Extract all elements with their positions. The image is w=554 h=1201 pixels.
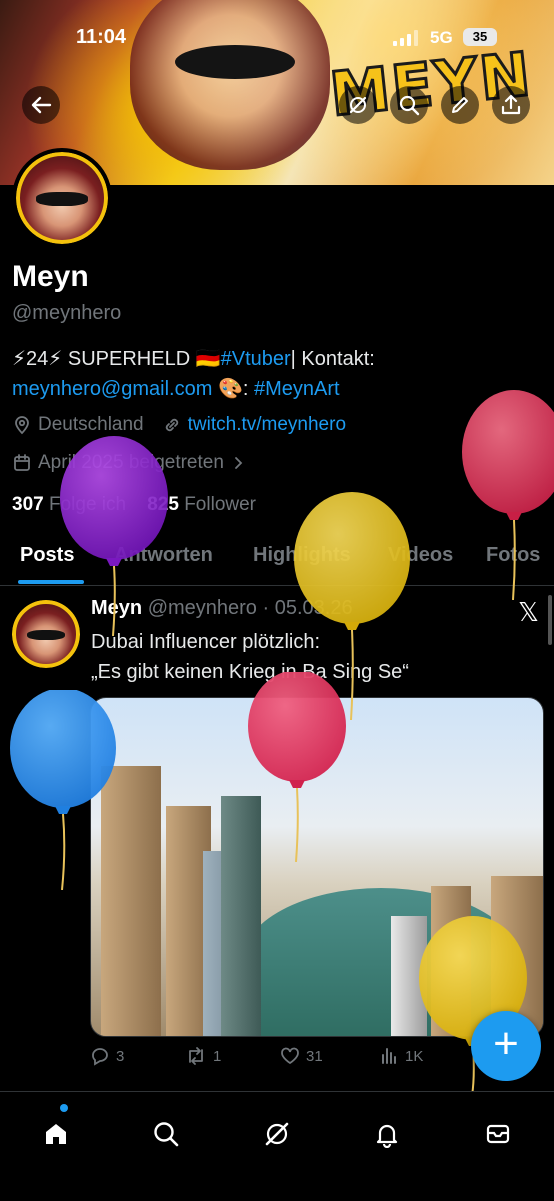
arrow-left-icon <box>31 96 52 114</box>
hashtag-meynart-link[interactable]: #MeynArt <box>254 378 340 400</box>
followers-label: Follower <box>184 494 257 515</box>
hashtag-vtuber-link[interactable]: #Vtuber <box>221 348 291 370</box>
status-time: 11:04 <box>76 26 127 48</box>
image-tower <box>101 766 161 1036</box>
edit-button[interactable] <box>441 86 479 124</box>
scrollbar[interactable] <box>548 595 552 645</box>
following-count: 307 <box>12 494 44 515</box>
reply-button[interactable]: 3 <box>90 1046 124 1066</box>
post-avatar[interactable] <box>12 600 80 668</box>
home-notification-dot <box>60 1104 68 1112</box>
tab-posts[interactable]: Posts <box>20 544 74 567</box>
nav-notifications[interactable] <box>365 1112 409 1156</box>
profile-joined: April 2025 beigetreten <box>38 452 224 473</box>
pencil-icon <box>452 97 468 113</box>
back-button[interactable] <box>22 86 60 124</box>
bell-icon <box>376 1124 398 1148</box>
like-count: 31 <box>306 1047 323 1065</box>
views-count: 1K <box>405 1047 424 1065</box>
status-bar: 11:04 5G 35 <box>0 24 554 54</box>
link-icon <box>165 418 178 432</box>
grok-icon <box>349 96 367 114</box>
post-date[interactable]: 05.03.26 <box>275 597 353 619</box>
bio-text-1: ⚡24⚡ SUPERHELD 🇩🇪 <box>12 348 221 370</box>
home-icon <box>46 1124 66 1144</box>
signal-icon <box>393 30 418 46</box>
image-tower <box>391 916 427 1036</box>
profile-joined-row[interactable]: April 2025 beigetreten <box>12 452 252 474</box>
profile-bio: ⚡24⚡ SUPERHELD 🇩🇪#Vtuber| Kontakt: meynhe… <box>12 344 542 404</box>
tab-replies[interactable]: Antworten <box>114 544 213 567</box>
post-text: Dubai Influencer plötzlich: „Es gibt kei… <box>91 631 409 683</box>
tab-videos[interactable]: Videos <box>388 544 453 567</box>
bio-text-2: | Kontakt: <box>290 348 375 370</box>
compose-post-button[interactable]: + <box>471 1011 541 1081</box>
profile-tabs: Posts Antworten Highlights Videos Fotos <box>0 530 554 586</box>
network-label: 5G <box>430 28 453 47</box>
profile-location: Deutschland <box>38 414 144 435</box>
bottom-navigation <box>0 1091 554 1201</box>
post-author-handle[interactable]: @meynhero <box>148 597 257 619</box>
x-logo-icon: 𝕏 <box>518 598 539 628</box>
views-button[interactable]: 1K <box>379 1046 423 1066</box>
repost-icon <box>189 1047 203 1065</box>
email-link[interactable]: meynhero@gmail.com <box>12 378 212 400</box>
nav-messages[interactable] <box>476 1112 520 1156</box>
grok-button[interactable] <box>339 86 377 124</box>
avatar-mask-detail <box>36 192 88 207</box>
post-header: Meyn @meynhero · 05.03.26 <box>91 597 353 620</box>
reply-count: 3 <box>116 1047 125 1065</box>
image-marina-water <box>241 888 521 1036</box>
search-button[interactable] <box>390 86 428 124</box>
follow-counts: 307 Folge ich 825 Follower <box>12 494 256 516</box>
bio-text-3: 🎨: <box>217 378 254 400</box>
search-icon <box>154 1122 179 1147</box>
like-button[interactable]: 31 <box>280 1046 323 1066</box>
nav-home[interactable] <box>34 1112 78 1156</box>
post-separator: · <box>256 597 275 619</box>
profile-website-link[interactable]: twitch.tv/meynhero <box>188 414 346 436</box>
profile-handle: @meynhero <box>12 302 122 324</box>
post-image[interactable] <box>90 697 544 1037</box>
following-link[interactable]: 307 Folge ich <box>12 494 126 515</box>
chevron-right-icon <box>235 457 243 469</box>
location-pin-icon <box>15 416 29 435</box>
followers-link[interactable]: 825 Follower <box>147 494 256 515</box>
image-tower <box>431 886 471 1036</box>
repost-count: 1 <box>213 1047 222 1065</box>
tab-highlights[interactable]: Highlights <box>253 544 351 567</box>
share-button[interactable] <box>492 86 530 124</box>
nav-grok[interactable] <box>255 1112 299 1156</box>
image-tower <box>221 796 261 1036</box>
active-tab-indicator <box>18 580 84 584</box>
views-icon <box>382 1048 396 1064</box>
grok-icon <box>265 1122 289 1146</box>
search-icon <box>399 95 420 116</box>
post-author-name[interactable]: Meyn <box>91 597 142 619</box>
tab-photos[interactable]: Fotos <box>486 544 540 567</box>
mail-icon <box>486 1124 510 1144</box>
nav-search[interactable] <box>144 1112 188 1156</box>
reply-icon <box>92 1048 108 1066</box>
share-icon <box>501 94 521 115</box>
post-avatar-mask-detail <box>26 629 66 641</box>
following-label: Folge ich <box>48 494 127 515</box>
profile-meta-row: Deutschland twitch.tv/meynhero <box>12 414 346 436</box>
heart-icon <box>281 1047 299 1065</box>
followers-count: 825 <box>147 494 179 515</box>
profile-name: Meyn <box>12 260 89 293</box>
calendar-icon <box>14 454 30 471</box>
profile-avatar[interactable] <box>12 148 112 248</box>
repost-button[interactable]: 1 <box>185 1046 221 1066</box>
battery-indicator: 35 <box>463 28 497 46</box>
